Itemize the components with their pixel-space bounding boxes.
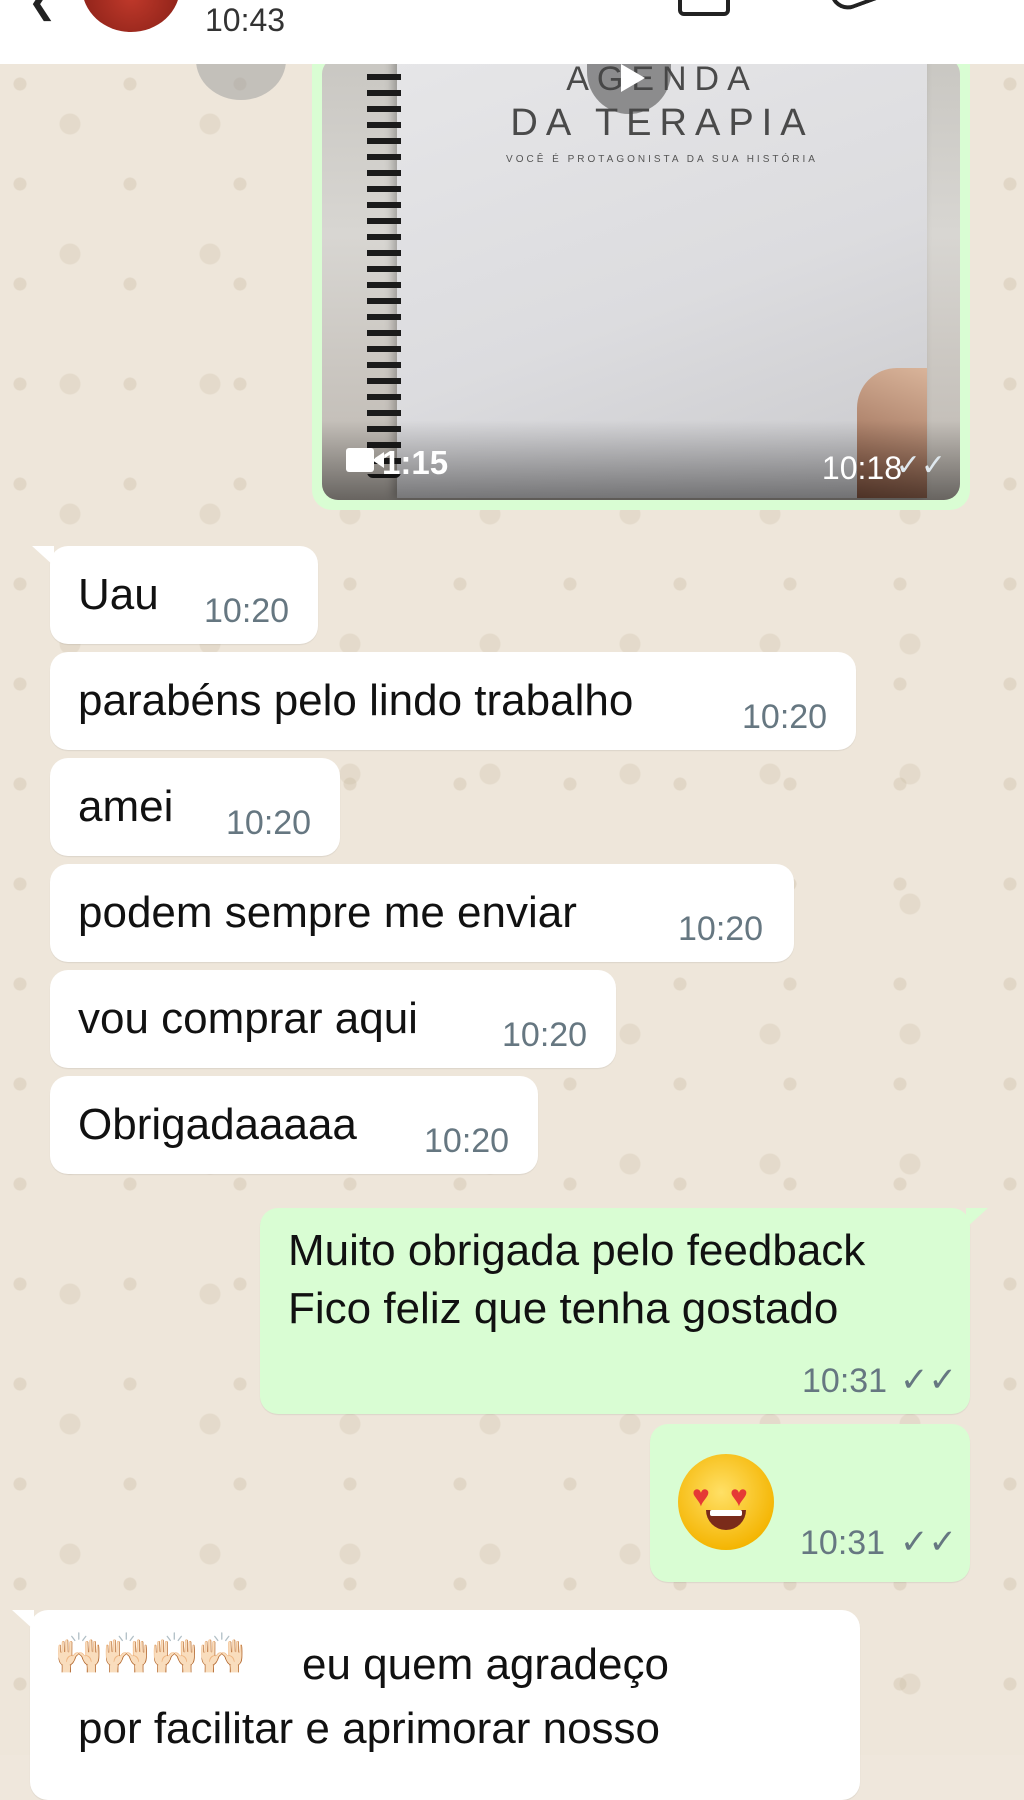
spiral-binding xyxy=(367,58,401,478)
message-bubble[interactable]: ♥ ♥ 10:31 ✓✓ xyxy=(650,1424,970,1582)
raising-hands-emoji-icon: 🙌🏻🙌🏻🙌🏻🙌🏻 xyxy=(54,1632,247,1676)
avatar[interactable] xyxy=(82,0,180,32)
message-text-line1: Muito obrigada pelo feedback xyxy=(288,1226,866,1275)
notebook-subtitle: VOCÊ É PROTAGONISTA DA SUA HISTÓRIA xyxy=(506,154,818,165)
message-time: 10:20 xyxy=(204,592,290,630)
phone-icon[interactable] xyxy=(825,0,879,15)
message-bubble[interactable]: vou comprar aqui 10:20 xyxy=(50,970,616,1068)
arrow-left-icon[interactable]: ❮ xyxy=(28,0,57,22)
message-text: Obrigadaaaaa xyxy=(78,1100,357,1149)
message-text: amei xyxy=(78,782,174,831)
message-text-line1: eu quem agradeço xyxy=(302,1640,669,1689)
message-time: 10:18 xyxy=(821,450,902,486)
message-time: 10:20 xyxy=(502,1016,588,1054)
heart-eyes-emoji-icon: ♥ ♥ xyxy=(678,1454,774,1550)
read-ticks-icon: ✓✓ xyxy=(895,449,946,482)
heart-icon: ♥ xyxy=(692,1480,710,1513)
message-bubble[interactable]: 🙌🏻🙌🏻🙌🏻🙌🏻 eu quem agradeço por facilitar … xyxy=(12,1610,860,1800)
mouth-shape xyxy=(706,1510,746,1530)
message-text: vou comprar aqui xyxy=(78,994,418,1043)
message-time: 10:20 xyxy=(742,698,828,736)
message-text-line2: por facilitar e aprimorar nosso xyxy=(78,1704,661,1753)
video-thumbnail[interactable]: AGENDA DA TERAPIA VOCÊ É PROTAGONISTA DA… xyxy=(322,58,960,500)
last-seen-time: 10:43 xyxy=(205,2,286,38)
message-bubble[interactable]: amei 10:20 xyxy=(50,758,340,856)
video-camera-icon xyxy=(346,448,384,472)
video-call-icon[interactable] xyxy=(678,0,730,16)
notebook-title-line2: DA TERAPIA xyxy=(510,102,814,144)
message-bubble[interactable]: Obrigadaaaaa 10:20 xyxy=(50,1076,538,1174)
message-bubble[interactable]: Muito obrigada pelo feedback Fico feliz … xyxy=(260,1208,988,1414)
video-duration: 1:15 xyxy=(382,444,449,481)
message-bubble[interactable]: Uau 10:20 xyxy=(32,546,318,644)
message-text: parabéns pelo lindo trabalho xyxy=(78,676,634,725)
message-time: 10:20 xyxy=(424,1122,510,1160)
message-text: Uau xyxy=(78,570,159,619)
read-ticks-icon: ✓✓ xyxy=(900,1523,957,1561)
message-time: 10:31 xyxy=(800,1524,886,1562)
message-time: 10:31 xyxy=(802,1362,888,1400)
message-text: podem sempre me enviar xyxy=(78,888,577,937)
read-ticks-icon: ✓✓ xyxy=(900,1361,957,1399)
chat-header: ❮ 10:43 xyxy=(0,0,1024,64)
message-text-line2: Fico feliz que tenha gostado xyxy=(288,1284,839,1333)
heart-icon: ♥ xyxy=(730,1480,748,1513)
message-time: 10:20 xyxy=(678,910,764,948)
message-bubble[interactable]: podem sempre me enviar 10:20 xyxy=(50,864,794,962)
message-bubble[interactable]: parabéns pelo lindo trabalho 10:20 xyxy=(50,652,856,750)
video-message[interactable]: AGENDA DA TERAPIA VOCÊ É PROTAGONISTA DA… xyxy=(312,44,970,510)
message-time: 10:20 xyxy=(226,804,312,842)
